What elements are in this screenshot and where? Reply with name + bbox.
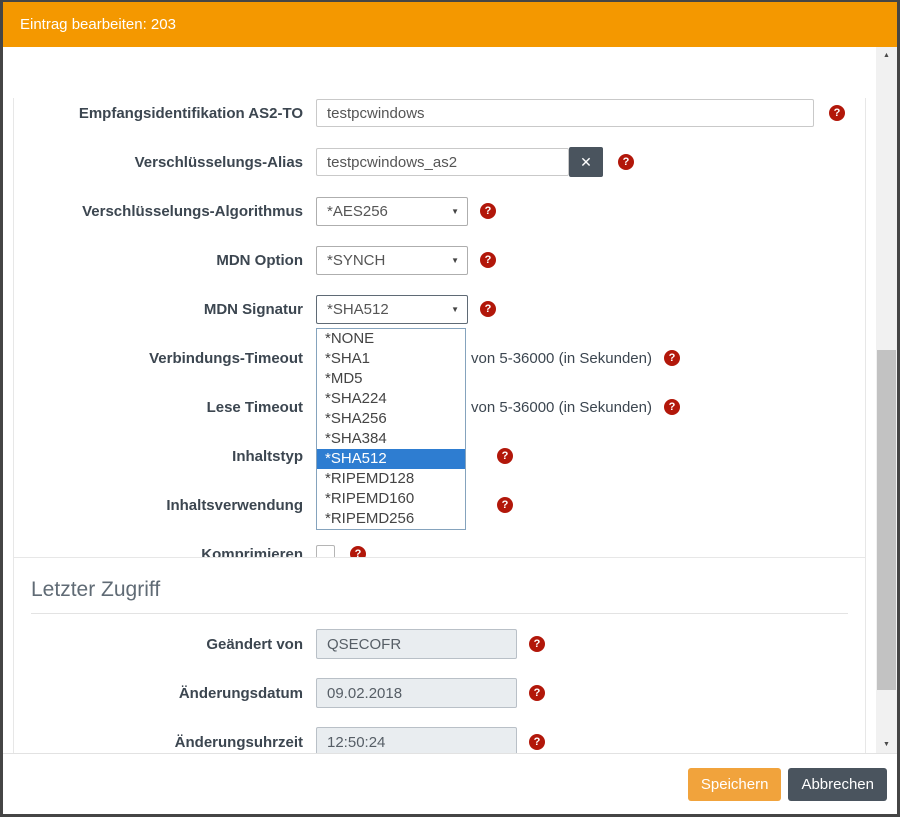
as2to-input[interactable] — [316, 99, 814, 127]
vertical-scrollbar[interactable]: ▲ ▼ — [876, 47, 897, 753]
algorithm-select-value: *AES256 — [327, 203, 388, 220]
cancel-button[interactable]: Abbrechen — [788, 768, 887, 801]
help-icon[interactable]: ? — [480, 203, 496, 219]
save-button[interactable]: Speichern — [688, 768, 782, 801]
chevron-down-icon: ▼ — [451, 256, 459, 265]
listbox-option[interactable]: *SHA256 — [317, 409, 465, 429]
field-row-change-date: Änderungsdatum ? — [14, 678, 865, 708]
mdn-signature-select[interactable]: *SHA512 ▼ — [316, 295, 468, 324]
change-date-label: Änderungsdatum — [14, 685, 303, 702]
listbox-option[interactable]: *RIPEMD128 — [317, 469, 465, 489]
help-icon[interactable]: ? — [664, 350, 680, 366]
help-icon[interactable]: ? — [829, 105, 845, 121]
listbox-option[interactable]: *NONE — [317, 329, 465, 349]
mdn-signature-label: MDN Signatur — [14, 301, 303, 318]
dialog-footer: Speichern Abbrechen — [3, 753, 897, 814]
edit-entry-dialog: Eintrag bearbeiten: 203 Empfangsidentifi… — [3, 2, 897, 814]
listbox-option[interactable]: *RIPEMD256 — [317, 509, 465, 529]
conn-timeout-label: Verbindungs-Timeout — [14, 350, 303, 367]
help-icon[interactable]: ? — [497, 497, 513, 513]
close-icon: ✕ — [580, 154, 592, 171]
field-row-changed-by: Geändert von ? — [14, 629, 865, 659]
listbox-option[interactable]: *RIPEMD160 — [317, 489, 465, 509]
content-usage-label: Inhaltsverwendung — [14, 497, 303, 514]
help-icon[interactable]: ? — [529, 685, 545, 701]
listbox-option[interactable]: *MD5 — [317, 369, 465, 389]
change-time-label: Änderungsuhrzeit — [14, 734, 303, 751]
read-timeout-hint: von 5-36000 (in Sekunden) — [471, 399, 652, 416]
alias-label: Verschlüsselungs-Alias — [14, 154, 303, 171]
clear-alias-button[interactable]: ✕ — [569, 147, 603, 177]
section-divider — [31, 613, 848, 614]
listbox-option[interactable]: *SHA384 — [317, 429, 465, 449]
chevron-down-icon: ▼ — [451, 207, 459, 216]
as2-settings-panel: Empfangsidentifikation AS2-TO ? Verschlü… — [13, 98, 866, 596]
listbox-option[interactable]: *SHA224 — [317, 389, 465, 409]
read-timeout-label: Lese Timeout — [14, 399, 303, 416]
mdn-signature-select-value: *SHA512 — [327, 301, 389, 318]
field-row-mdn-option: MDN Option *SYNCH ▼ ? — [14, 245, 865, 275]
help-icon[interactable]: ? — [480, 301, 496, 317]
change-date-input — [316, 678, 517, 708]
mdn-option-select[interactable]: *SYNCH ▼ — [316, 246, 468, 275]
mdn-option-select-value: *SYNCH — [327, 252, 385, 269]
help-icon[interactable]: ? — [497, 448, 513, 464]
help-icon[interactable]: ? — [529, 734, 545, 750]
mdn-option-label: MDN Option — [14, 252, 303, 269]
last-access-panel: Letzter Zugriff Geändert von ? Änderungs… — [13, 557, 866, 753]
field-row-as2to: Empfangsidentifikation AS2-TO ? — [14, 98, 865, 128]
field-row-algorithm: Verschlüsselungs-Algorithmus *AES256 ▼ ? — [14, 196, 865, 226]
conn-timeout-hint: von 5-36000 (in Sekunden) — [471, 350, 652, 367]
scroll-up-icon[interactable]: ▲ — [876, 47, 897, 64]
help-icon[interactable]: ? — [664, 399, 680, 415]
help-icon[interactable]: ? — [618, 154, 634, 170]
field-row-alias: Verschlüsselungs-Alias ✕ ? — [14, 147, 865, 177]
help-icon[interactable]: ? — [529, 636, 545, 652]
listbox-option[interactable]: *SHA512 — [317, 449, 465, 469]
algorithm-label: Verschlüsselungs-Algorithmus — [14, 203, 303, 220]
as2to-label: Empfangsidentifikation AS2-TO — [14, 105, 303, 122]
mdn-signature-listbox[interactable]: *NONE*SHA1*MD5*SHA224*SHA256*SHA384*SHA5… — [316, 328, 466, 530]
dialog-title: Eintrag bearbeiten: 203 — [3, 2, 897, 47]
changed-by-label: Geändert von — [14, 636, 303, 653]
content-type-label: Inhaltstyp — [14, 448, 303, 465]
alias-input[interactable] — [316, 148, 569, 176]
section-heading: Letzter Zugriff — [31, 578, 848, 602]
help-icon[interactable]: ? — [480, 252, 496, 268]
changed-by-input — [316, 629, 517, 659]
field-row-mdn-signature: MDN Signatur *SHA512 ▼ ? — [14, 294, 865, 324]
chevron-down-icon: ▼ — [451, 305, 459, 314]
scroll-down-icon[interactable]: ▼ — [876, 736, 897, 753]
scrollbar-thumb[interactable] — [877, 350, 896, 690]
listbox-option[interactable]: *SHA1 — [317, 349, 465, 369]
algorithm-select[interactable]: *AES256 ▼ — [316, 197, 468, 226]
